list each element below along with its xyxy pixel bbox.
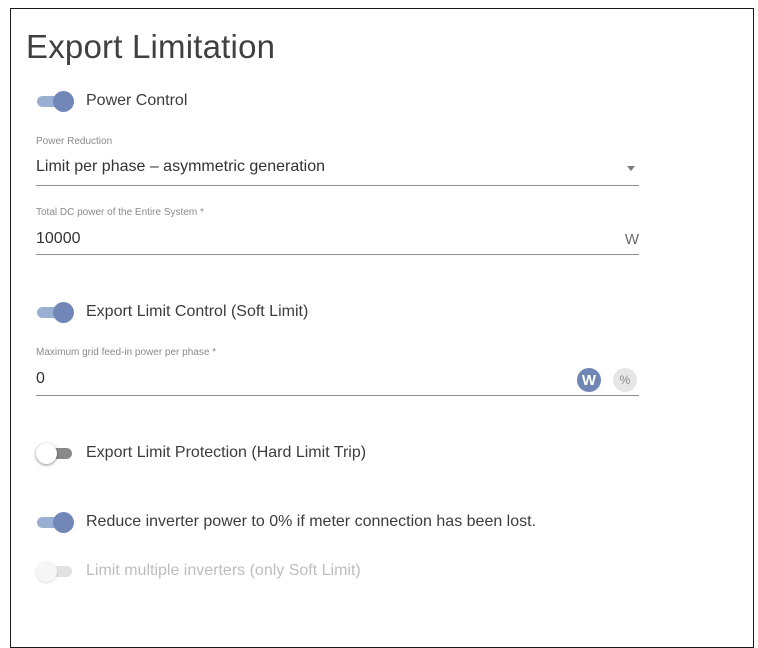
toggle-thumb xyxy=(53,302,74,323)
total-dc-power-field[interactable]: Total DC power of the Entire System * 10… xyxy=(36,207,639,255)
total-dc-power-label: Total DC power of the Entire System * xyxy=(36,207,204,218)
limit-multiple-inverters-toggle xyxy=(36,560,74,582)
export-limit-control-toggle[interactable] xyxy=(36,301,74,323)
reduce-on-meter-loss-toggle[interactable] xyxy=(36,511,74,533)
toggle-thumb xyxy=(36,443,57,464)
reduce-on-meter-loss-row: Reduce inverter power to 0% if meter con… xyxy=(36,508,536,536)
reduce-on-meter-loss-label: Reduce inverter power to 0% if meter con… xyxy=(86,513,537,530)
unit-percent-button[interactable]: % xyxy=(613,368,637,392)
toggle-thumb xyxy=(53,512,74,533)
chevron-down-icon[interactable] xyxy=(627,166,635,171)
toggle-thumb xyxy=(36,561,57,582)
limit-multiple-inverters-label: Limit multiple inverters (only Soft Limi… xyxy=(86,562,361,579)
export-limit-control-label: Export Limit Control (Soft Limit) xyxy=(86,303,309,320)
export-limit-protection-label: Export Limit Protection (Hard Limit Trip… xyxy=(86,444,367,461)
max-feed-in-label: Maximum grid feed-in power per phase * xyxy=(36,347,217,358)
total-dc-power-unit: W xyxy=(624,231,639,248)
export-limit-control-row: Export Limit Control (Soft Limit) xyxy=(36,298,308,326)
export-limit-protection-row: Export Limit Protection (Hard Limit Trip… xyxy=(36,439,366,467)
unit-watt-button[interactable]: W xyxy=(577,368,601,392)
power-control-label: Power Control xyxy=(86,92,188,109)
power-reduction-label: Power Reduction xyxy=(36,136,113,147)
limit-multiple-inverters-row: Limit multiple inverters (only Soft Limi… xyxy=(36,557,361,585)
page-title: Export Limitation xyxy=(26,28,276,65)
toggle-thumb xyxy=(53,91,74,112)
max-feed-in-value[interactable]: 0 xyxy=(36,370,45,388)
power-control-toggle[interactable] xyxy=(36,90,74,112)
power-reduction-value: Limit per phase – asymmetric generation xyxy=(36,158,326,175)
power-control-row: Power Control xyxy=(36,87,187,115)
max-feed-in-field[interactable]: Maximum grid feed-in power per phase * 0… xyxy=(36,347,639,396)
total-dc-power-value[interactable]: 10000 xyxy=(36,230,81,248)
power-reduction-select[interactable]: Power Reduction Limit per phase – asymme… xyxy=(36,136,639,186)
export-limit-protection-toggle[interactable] xyxy=(36,442,74,464)
